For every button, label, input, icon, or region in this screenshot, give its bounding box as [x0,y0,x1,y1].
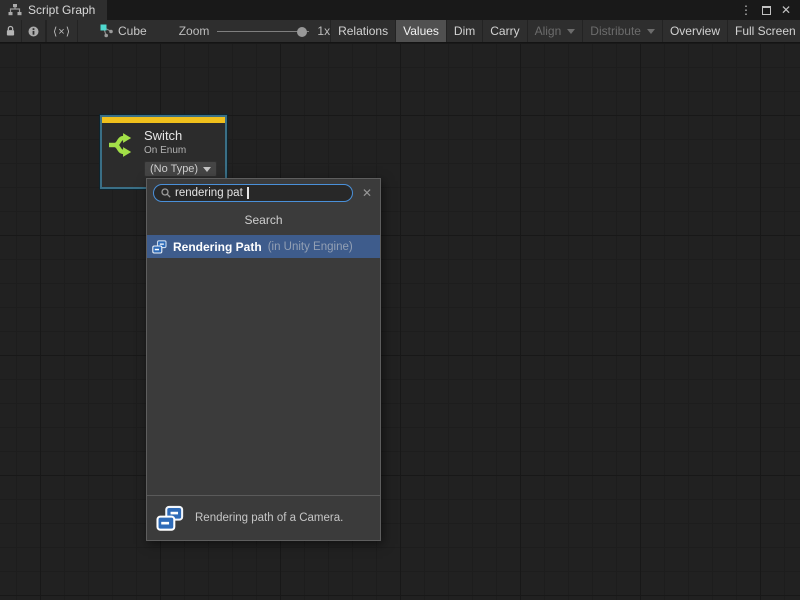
close-search-button[interactable]: ✕ [358,186,376,200]
window-maximize-button[interactable] [758,2,774,18]
zoom-value: 1x [317,24,330,38]
distribute-button: Distribute [582,20,662,42]
align-label: Align [535,24,562,38]
align-button: Align [527,20,583,42]
tab-title: Script Graph [28,3,95,17]
result-description-panel: Rendering path of a Camera. [147,495,380,540]
node-title: Switch [144,128,217,143]
script-graph-icon [8,4,22,16]
tab-script-graph[interactable]: Script Graph [0,0,107,20]
node-text-column: Switch On Enum (No Type) [144,128,217,177]
full-screen-button[interactable]: Full Screen [727,20,800,42]
graph-asset-icon [100,24,114,38]
chevron-down-icon [647,29,655,34]
zoom-label: Zoom [179,24,210,38]
chevron-down-icon [203,167,211,172]
search-icon [161,188,171,198]
enum-type-dropdown[interactable]: (No Type) [144,161,217,177]
carry-button[interactable]: Carry [482,20,526,42]
result-description: Rendering path of a Camera. [195,512,343,524]
toolbar-toggle-group: Relations Values Dim Carry Align Distrib… [330,20,800,42]
search-row: rendering pat ✕ [147,179,380,206]
code-icon: ⟨×⟩ [53,25,71,38]
zoom-slider[interactable] [217,20,309,43]
result-list-empty-area [147,258,380,495]
result-name: Rendering Path [173,240,262,254]
window-controls: ⋮ ✕ [738,0,800,20]
node-subtitle: On Enum [144,144,217,157]
info-icon [28,26,39,37]
enum-type-value: (No Type) [150,163,198,175]
lock-icon [6,25,15,37]
maximize-icon [762,6,771,15]
code-view-button[interactable]: ⟨×⟩ [46,20,78,42]
search-section-header: Search [147,206,380,235]
search-result-rendering-path[interactable]: Rendering Path (in Unity Engine) [147,235,380,258]
fuzzy-finder-popup: rendering pat ✕ Search Rendering Path (i… [146,178,381,541]
search-input[interactable]: rendering pat [153,184,353,202]
info-button[interactable] [22,20,46,42]
script-graph-window: Script Graph ⋮ ✕ ⟨×⟩ [0,0,800,600]
node-body: Switch On Enum (No Type) [102,123,225,177]
graph-breadcrumb-cube[interactable]: Cube [94,20,153,42]
zoom-slider-handle[interactable] [297,27,307,37]
values-button[interactable]: Values [395,20,446,42]
zoom-slider-track [217,31,309,33]
zoom-control: Zoom 1x [179,20,330,42]
distribute-label: Distribute [590,24,641,38]
text-caret [247,187,249,199]
chevron-down-icon [567,29,575,34]
result-namespace: (in Unity Engine) [268,241,353,253]
switch-icon [108,131,136,159]
window-close-button[interactable]: ✕ [778,2,794,18]
graph-toolbar: ⟨×⟩ Cube Zoom 1x Relations Values Dim Ca… [0,20,800,43]
window-menu-button[interactable]: ⋮ [738,2,754,18]
lock-button[interactable] [0,20,22,42]
dim-button[interactable]: Dim [446,20,482,42]
graph-canvas[interactable]: Switch On Enum (No Type) rendering pa [0,44,800,600]
enum-icon-large [156,505,184,532]
relations-button[interactable]: Relations [330,20,395,42]
graph-name: Cube [118,24,147,38]
search-query: rendering pat [175,187,243,199]
overview-button[interactable]: Overview [662,20,727,42]
enum-icon [152,240,167,254]
tab-bar: Script Graph ⋮ ✕ [0,0,800,20]
